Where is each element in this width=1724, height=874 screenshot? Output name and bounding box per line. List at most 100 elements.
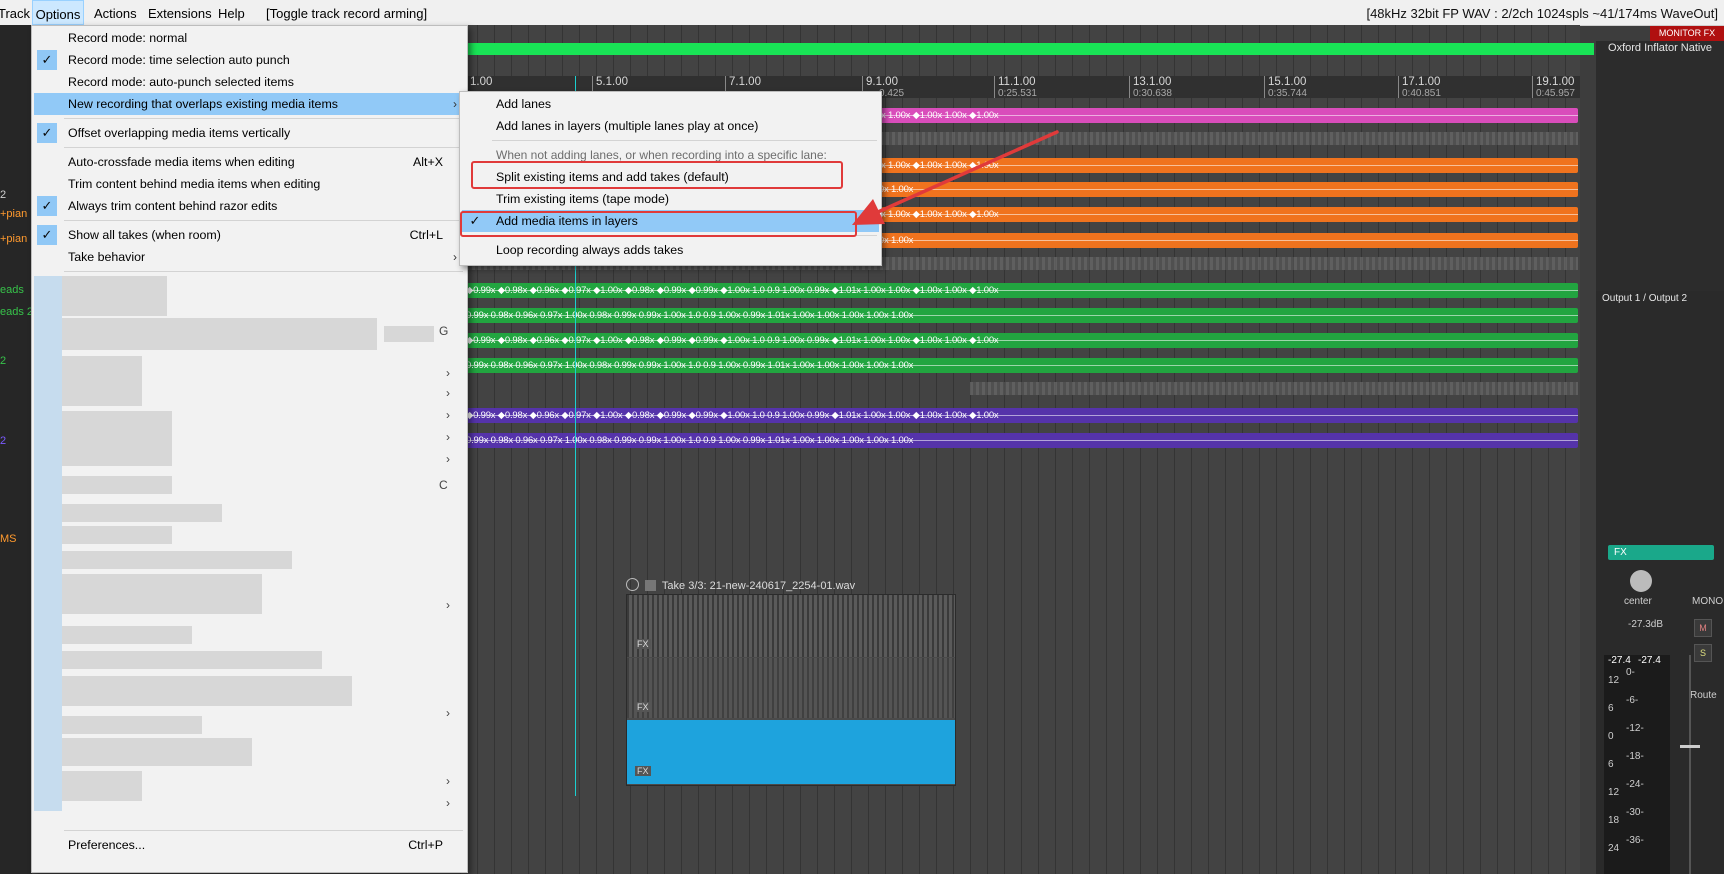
redacted-region bbox=[62, 276, 167, 316]
menu-item-label: Trim content behind media items when edi… bbox=[68, 177, 321, 191]
active-take-waveform[interactable]: FX bbox=[627, 720, 955, 784]
media-item-purple[interactable]: 0.99x 0.98x 0.96x 0.97x 1.00x 0.98x 0.99… bbox=[466, 433, 1578, 448]
record-mode-auto-punch[interactable]: Record mode: auto-punch selected items bbox=[34, 71, 465, 93]
submenu-arrow-icon: › bbox=[446, 452, 450, 466]
menu-extensions[interactable]: Extensions bbox=[148, 0, 212, 25]
stretch-markers: 0.99x 0.98x 0.96x 0.97x 1.00x 0.98x 0.99… bbox=[466, 310, 914, 321]
track-panel-strip: 2 +pian +pian eads eads 2 2 2 MS bbox=[0, 25, 33, 874]
volume-db: -27.3dB bbox=[1628, 619, 1664, 630]
redacted-region bbox=[62, 676, 352, 706]
stretch-markers: ◆0.99x ◆0.98x ◆0.96x ◆0.97x ◆1.00x ◆0.98… bbox=[466, 410, 999, 421]
submenu-arrow-icon: › bbox=[446, 430, 450, 444]
media-item-green[interactable]: 0.99x 0.98x 0.96x 0.97x 1.00x 0.98x 0.99… bbox=[466, 358, 1578, 373]
preferences-item[interactable]: Preferences... Ctrl+P bbox=[34, 834, 465, 856]
redacted-region bbox=[34, 276, 62, 811]
menu-shortcut: C bbox=[439, 478, 448, 492]
media-item-purple[interactable]: ◆0.99x ◆0.98x ◆0.96x ◆0.97x ◆1.00x ◆0.98… bbox=[466, 408, 1578, 423]
redacted-region bbox=[62, 626, 192, 644]
vu-meter: -27.4 -27.4 12 0- 6 -6- 0 -12- 6 -18- 12… bbox=[1604, 655, 1670, 874]
trim-existing-item[interactable]: Trim existing items (tape mode) bbox=[462, 188, 879, 210]
menu-separator bbox=[64, 147, 463, 148]
stretch-markers: 0.99x 0.98x 0.96x 0.97x 1.00x 0.98x 0.99… bbox=[466, 360, 914, 371]
menu-shortcut: Ctrl+P bbox=[408, 838, 443, 852]
media-item-green[interactable]: ◆0.99x ◆0.98x ◆0.96x ◆0.97x ◆1.00x ◆0.98… bbox=[466, 283, 1578, 298]
take-behavior-submenu[interactable]: Take behavior › bbox=[34, 246, 465, 268]
loop-recording-item[interactable]: Loop recording always adds takes bbox=[462, 239, 879, 261]
mute-button[interactable]: M bbox=[1694, 619, 1712, 637]
take-waveform bbox=[627, 658, 955, 718]
strip-label: +pian bbox=[0, 208, 28, 220]
submenu-arrow-icon: › bbox=[446, 408, 450, 422]
scale-num: 12 bbox=[1608, 675, 1620, 686]
take-fx-badge[interactable]: FX bbox=[635, 766, 651, 776]
annotation-box-split bbox=[471, 161, 843, 189]
pan-knob[interactable] bbox=[1630, 570, 1652, 592]
fx-plugin-name[interactable]: Oxford Inflator Native bbox=[1596, 42, 1724, 54]
menu-shortcut: Ctrl+L bbox=[409, 228, 443, 242]
menu-item-label: Record mode: auto-punch selected items bbox=[68, 75, 294, 89]
submenu-arrow-icon: › bbox=[453, 97, 457, 111]
take-header[interactable]: Take 3/3: 21-new-240617_2254-01.wav bbox=[626, 577, 954, 595]
scale-num: 18 bbox=[1608, 815, 1620, 826]
pan-label: center bbox=[1624, 596, 1652, 607]
stretch-markers: ◆0.99x ◆0.98x ◆0.96x ◆0.97x ◆1.00x ◆0.98… bbox=[466, 285, 999, 296]
take-mute-icon[interactable] bbox=[645, 580, 657, 591]
menu-options[interactable]: Options bbox=[32, 0, 84, 25]
menu-toggle-record-arming[interactable]: [Toggle track record arming] bbox=[266, 0, 427, 25]
record-mode-time-selection[interactable]: ✓ Record mode: time selection auto punch bbox=[34, 49, 465, 71]
stretch-markers: ◆0.99x ◆0.98x ◆0.96x ◆0.97x ◆1.00x ◆0.98… bbox=[466, 335, 999, 346]
take-fx-badge[interactable]: FX bbox=[635, 639, 651, 649]
menu-separator bbox=[64, 118, 463, 119]
take-waveform bbox=[627, 595, 955, 657]
menu-item-label: Add lanes in layers (multiple lanes play… bbox=[496, 119, 759, 133]
redacted-region bbox=[384, 326, 434, 342]
take-item[interactable]: FX FX FX bbox=[626, 594, 956, 786]
menu-item-label: Trim existing items (tape mode) bbox=[496, 192, 670, 206]
submenu-arrow-icon: › bbox=[446, 706, 450, 720]
fx-button[interactable]: FX bbox=[1608, 545, 1714, 560]
menu-track[interactable]: Track bbox=[0, 0, 30, 25]
media-item-green[interactable]: 0.99x 0.98x 0.96x 0.97x 1.00x 0.98x 0.99… bbox=[466, 308, 1578, 323]
checkmark-icon: ✓ bbox=[37, 196, 57, 216]
take-fx-badge[interactable]: FX bbox=[635, 702, 651, 712]
trim-content-behind[interactable]: Trim content behind media items when edi… bbox=[34, 173, 465, 195]
scale-num: 12 bbox=[1608, 787, 1620, 798]
menu-actions[interactable]: Actions bbox=[94, 0, 137, 25]
checkmark-icon: ✓ bbox=[37, 123, 57, 143]
redacted-region bbox=[62, 476, 172, 494]
redacted-region bbox=[62, 651, 322, 669]
auto-crossfade[interactable]: Auto-crossfade media items when editing A… bbox=[34, 151, 465, 173]
submenu-arrow-icon: › bbox=[446, 598, 450, 612]
monitor-fx-button[interactable]: MONITOR FX bbox=[1650, 26, 1724, 41]
menu-item-label: Auto-crossfade media items when editing bbox=[68, 155, 295, 169]
add-lanes-item[interactable]: Add lanes bbox=[462, 93, 879, 115]
media-item-green[interactable]: ◆0.99x ◆0.98x ◆0.96x ◆0.97x ◆1.00x ◆0.98… bbox=[466, 333, 1578, 348]
show-all-takes[interactable]: ✓ Show all takes (when room) Ctrl+L bbox=[34, 224, 465, 246]
redacted-region bbox=[62, 738, 252, 766]
output-routing[interactable]: Output 1 / Output 2 bbox=[1602, 293, 1687, 304]
menu-separator bbox=[64, 830, 463, 831]
menu-item-label: Loop recording always adds takes bbox=[496, 243, 684, 257]
new-recording-overlaps-submenu[interactable]: New recording that overlaps existing med… bbox=[34, 93, 465, 115]
always-trim-razor[interactable]: ✓ Always trim content behind razor edits bbox=[34, 195, 465, 217]
menu-help[interactable]: Help bbox=[218, 0, 245, 25]
menu-shortcut: G bbox=[439, 324, 449, 338]
submenu-arrow-icon: › bbox=[453, 250, 457, 264]
submenu-arrow-icon: › bbox=[446, 386, 450, 400]
menu-item-label: New recording that overlaps existing med… bbox=[68, 97, 338, 111]
menu-item-label: Offset overlapping media items verticall… bbox=[68, 126, 291, 140]
record-mode-normal[interactable]: Record mode: normal bbox=[34, 27, 465, 49]
menu-separator bbox=[64, 220, 463, 221]
redacted-region bbox=[62, 504, 222, 522]
add-lanes-layers-item[interactable]: Add lanes in layers (multiple lanes play… bbox=[462, 115, 879, 137]
ruler-time: 0:40.851 bbox=[1402, 88, 1441, 99]
submenu-arrow-icon: › bbox=[446, 796, 450, 810]
ruler-time: 0:25.531 bbox=[998, 88, 1037, 99]
volume-fader[interactable] bbox=[1680, 655, 1700, 874]
offset-overlapping-items[interactable]: ✓ Offset overlapping media items vertical… bbox=[34, 122, 465, 144]
menu-item-label: Record mode: time selection auto punch bbox=[68, 53, 290, 67]
power-icon[interactable] bbox=[626, 578, 639, 591]
menu-shortcut: Alt+X bbox=[413, 155, 443, 169]
redacted-region bbox=[62, 411, 172, 466]
mono-button[interactable]: MONO bbox=[1692, 596, 1723, 607]
